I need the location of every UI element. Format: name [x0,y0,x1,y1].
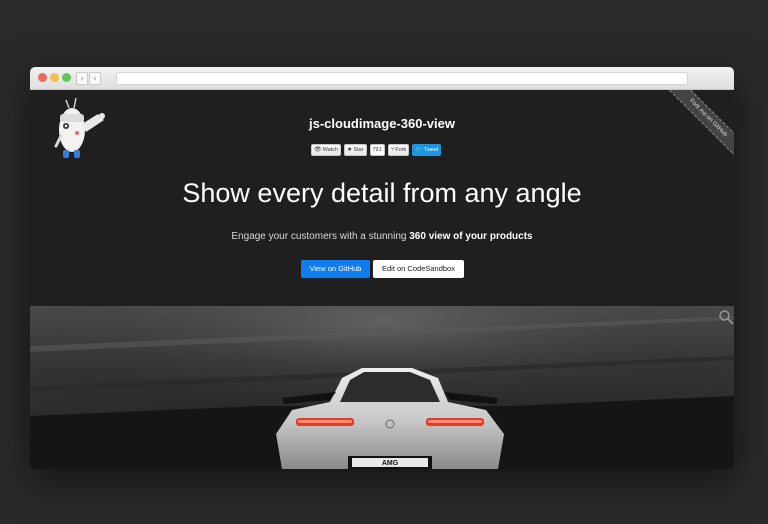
address-bar[interactable] [116,72,688,85]
star-count[interactable]: 791 [369,144,385,156]
twitter-bird-icon: 🐦 [415,146,423,153]
tweet-button[interactable]: 🐦 Tweet [412,144,442,156]
star-icon: ★ [347,146,353,153]
hero-subtitle: Engage your customers with a stunning 36… [30,231,734,242]
tweet-label: Tweet [423,147,439,153]
hero-subtitle-text: Engage your customers with a stunning [231,231,407,242]
hero-headline: Show every detail from any angle [182,178,582,208]
watch-label: Watch [322,147,339,153]
fork-button[interactable]: ⑂ Fork [387,144,410,156]
maximize-window-button[interactable] [62,73,71,82]
page-content: js-cloudimage-360-view 👁 Watch ★ Star 79… [30,90,734,469]
star-label: Star [353,147,364,153]
forward-button[interactable]: › [89,72,101,85]
repo-title: js-cloudimage-360-view [309,116,455,131]
search-zoom-icon[interactable] [718,309,734,325]
close-window-button[interactable] [38,73,47,82]
car-360-image[interactable]: AMG [30,306,734,469]
hero-subtitle-highlight: 360 view of your products [409,231,533,242]
fork-label: Fork [395,147,407,153]
browser-titlebar: ‹ › [30,67,734,90]
license-plate-text: AMG [382,460,399,467]
star-button[interactable]: ★ Star [344,144,367,156]
fork-ribbon-container: Fork me on GitHub [662,90,734,162]
github-badges: 👁 Watch ★ Star 791 ⑂ Fork 🐦 Tweet [311,144,442,156]
fork-me-ribbon[interactable]: Fork me on GitHub [665,90,734,161]
minimize-window-button[interactable] [50,73,59,82]
eye-icon: 👁 [314,146,322,153]
watch-button[interactable]: 👁 Watch [311,144,342,156]
back-button[interactable]: ‹ [76,72,88,85]
edit-on-codesandbox-button[interactable]: Edit on CodeSandbox [373,260,464,278]
browser-window: ‹ › js-cloudimage-360-view 👁 Watch ★ Sta… [30,67,734,469]
fork-icon: ⑂ [390,146,395,153]
view-on-github-button[interactable]: View on GitHub [301,260,370,278]
360-view-viewer[interactable]: AMG [30,306,734,469]
